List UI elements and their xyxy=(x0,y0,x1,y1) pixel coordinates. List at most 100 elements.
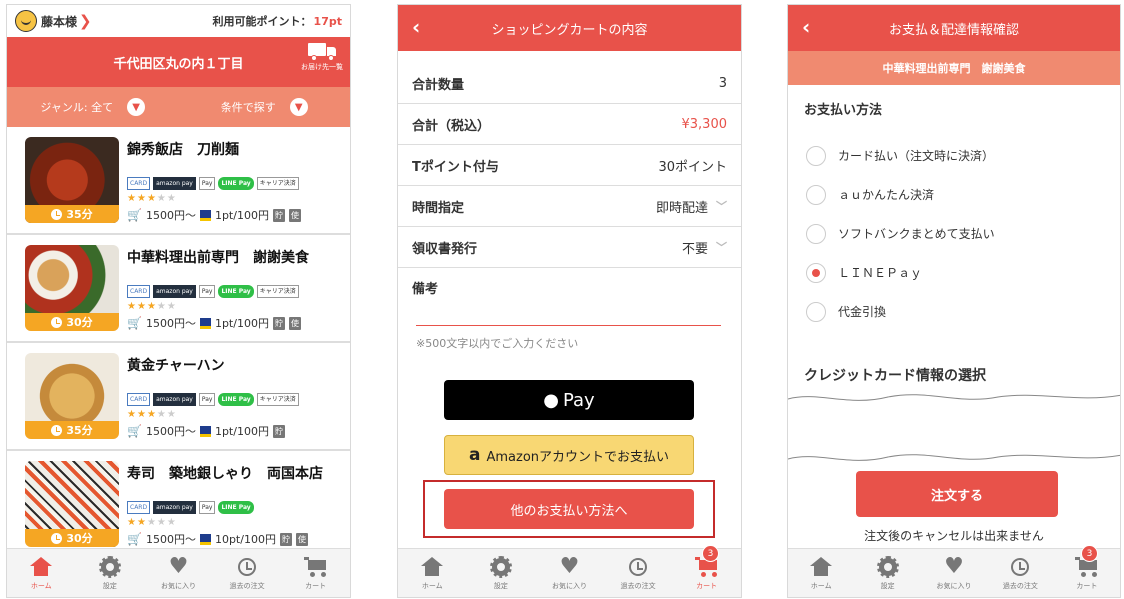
cart-icon xyxy=(303,557,328,577)
tab-settings[interactable]: 設定 xyxy=(854,549,920,597)
tab-home[interactable]: ホーム xyxy=(788,549,854,597)
restaurant-info: 🛒 1500円～ 1pt/100円貯使 xyxy=(127,315,301,331)
avatar[interactable] xyxy=(15,10,37,32)
user-header: 藤本様 ❯ 利用可能ポイント： 17pt xyxy=(7,5,350,37)
payment-method-options: カード払い（注文時に決済） ａｕかんたん決済ソフトバンクまとめて支払い ＬＩＮＥＰａ… xyxy=(788,136,1120,331)
gear-icon xyxy=(489,556,512,578)
tab-cart[interactable]: 3 カート xyxy=(1054,545,1120,597)
tab-settings[interactable]: 設定 xyxy=(76,549,145,597)
chevron-down-icon: ﹀ xyxy=(716,241,727,254)
restaurant-info: 🛒 1500円～ 1pt/100円貯 xyxy=(127,423,285,439)
condition-filter[interactable]: 条件で探す ▼ xyxy=(179,98,351,116)
row-value: 不要 xyxy=(681,241,708,257)
clock-icon xyxy=(51,532,63,544)
cart-icon: 🛒 xyxy=(127,424,142,438)
tab-home[interactable]: ホーム xyxy=(398,549,467,597)
tab-cart[interactable]: 3 カート xyxy=(672,545,741,597)
restaurant-item[interactable]: 30分 寿司 築地銀しゃり 両国本店 CARD amazon pay Pay LINE P… xyxy=(7,451,350,559)
payment-method-badge: Pay xyxy=(198,393,216,406)
radio-button[interactable] xyxy=(806,301,826,322)
order-button-label: 注文する xyxy=(930,488,983,504)
tab-order-history[interactable]: 過去の注文 xyxy=(604,549,673,597)
delivery-address: 千代田区丸の内１丁目 xyxy=(113,56,244,72)
history-icon xyxy=(1011,558,1030,576)
radio-button[interactable] xyxy=(806,145,826,166)
tab-favorites[interactable]: ♥ お気に入り xyxy=(535,549,604,597)
radio-button[interactable] xyxy=(806,262,826,283)
home-icon xyxy=(421,557,444,577)
payment-option[interactable]: 代金引換 xyxy=(788,292,1120,331)
delivery-address-bar[interactable]: 千代田区丸の内１丁目 お届け先一覧 xyxy=(7,37,350,87)
clock-icon xyxy=(51,424,63,436)
bottom-tab-bar: ホーム 設定 ♥ お気に入り 過去の注文 3 カート xyxy=(398,545,741,597)
note-input[interactable] xyxy=(416,325,721,326)
tab-label: 設定 xyxy=(102,582,117,590)
payment-method-badge: Pay xyxy=(198,501,216,514)
delivery-time-badge: 35分 xyxy=(25,421,119,439)
tab-home[interactable]: ホーム xyxy=(7,549,76,597)
total-quantity-row: 合計数量 3 xyxy=(398,63,741,104)
row-value: 即時配達 xyxy=(655,200,708,216)
payment-option-label: 代金引換 xyxy=(838,305,887,319)
payment-method-badge: amazon pay xyxy=(153,501,196,514)
apple-pay-button[interactable]: ● Pay xyxy=(444,380,694,420)
payment-method-badge: キャリア決済 xyxy=(256,285,299,298)
credit-card-section-title: クレジットカード情報の選択 xyxy=(804,368,986,384)
heart-icon: ♥ xyxy=(559,554,580,579)
back-arrow-icon[interactable]: ‹ xyxy=(802,15,810,39)
restaurant-info: 🛒 1500円～ 10pt/100円貯使 xyxy=(127,531,308,547)
payment-option-label: ａｕかんたん決済 xyxy=(838,188,935,202)
row-value: 30ポイント xyxy=(658,159,727,175)
tab-label: カート xyxy=(696,582,718,590)
restaurant-item[interactable]: 30分 中華料理出前専門 謝謝美食 CARD amazon pay Pay LINE Pa… xyxy=(7,235,350,343)
tab-order-history[interactable]: 過去の注文 xyxy=(213,549,282,597)
restaurant-name: 錦秀飯店 刀削麺 xyxy=(127,142,239,158)
other-payment-button[interactable]: 他のお支払い方法へ xyxy=(444,489,694,529)
genre-filter[interactable]: ジャンル: 全て ▼ xyxy=(7,98,179,116)
payment-method-badge: CARD xyxy=(127,177,151,190)
payment-option[interactable]: ａｕかんたん決済 xyxy=(788,175,1120,214)
row-label: 合計（税込） xyxy=(412,118,491,134)
user-name[interactable]: 藤本様 xyxy=(41,13,77,30)
payment-badges: CARD amazon pay Pay LINE Pay xyxy=(127,501,254,514)
tab-cart[interactable]: カート xyxy=(281,549,350,597)
amazon-pay-button[interactable]: a Amazonアカウントでお支払い xyxy=(444,435,694,475)
shopping-cart-screen: ‹ ショッピングカートの内容 合計数量 3 合計（税込） ¥3,300 Tポイン… xyxy=(397,4,742,598)
payment-option[interactable]: ソフトバンクまとめて支払い xyxy=(788,214,1120,253)
payment-badges: CARD amazon pay Pay LINE Pay キャリア決済 xyxy=(127,177,299,190)
tab-order-history[interactable]: 過去の注文 xyxy=(987,549,1053,597)
heart-icon: ♥ xyxy=(944,554,964,579)
chevron-right-icon[interactable]: ❯ xyxy=(79,12,92,30)
star-rating: ★★★★★ xyxy=(127,409,177,420)
delivery-time-badge: 35分 xyxy=(25,205,119,223)
payment-option[interactable]: カード払い（注文時に決済） xyxy=(788,136,1120,175)
tab-favorites[interactable]: ♥ お気に入り xyxy=(921,549,987,597)
place-order-button[interactable]: 注文する xyxy=(856,471,1058,517)
gear-icon xyxy=(876,556,899,578)
restaurant-item[interactable]: 35分 錦秀飯店 刀削麺 CARD amazon pay Pay LINE Pay キャリア… xyxy=(7,127,350,235)
radio-button[interactable] xyxy=(806,184,826,205)
delivery-list-button[interactable]: お届け先一覧 xyxy=(300,43,344,72)
row-value: ¥3,300 xyxy=(681,116,728,132)
receipt-select[interactable]: 領収書発行 不要 ﹀ xyxy=(398,227,741,268)
cart-count-badge: 3 xyxy=(701,545,719,562)
payment-method-badge: Pay xyxy=(198,177,216,190)
payment-option[interactable]: ＬＩＮＥＰａｙ xyxy=(788,253,1120,292)
delivery-time: 35分 xyxy=(66,424,93,437)
header: ‹ ショッピングカートの内容 xyxy=(398,5,741,51)
payment-method-badge: amazon pay xyxy=(153,393,196,406)
tab-settings[interactable]: 設定 xyxy=(467,549,536,597)
total-price-row: 合計（税込） ¥3,300 xyxy=(398,104,741,145)
row-label: 時間指定 xyxy=(412,200,465,216)
radio-button[interactable] xyxy=(806,223,826,244)
payment-method-badge: LINE Pay xyxy=(218,177,254,190)
back-arrow-icon[interactable]: ‹ xyxy=(412,15,420,39)
point-tag: 貯 xyxy=(272,424,285,438)
restaurant-item[interactable]: 35分 黄金チャーハン CARD amazon pay Pay LINE Pay キャリア決… xyxy=(7,343,350,451)
delivery-time-select[interactable]: 時間指定 即時配達 ﹀ xyxy=(398,186,741,227)
credit-card-info-area[interactable] xyxy=(788,389,1121,469)
tab-favorites[interactable]: ♥ お気に入り xyxy=(144,549,213,597)
point-tag: 使 xyxy=(288,316,301,330)
restaurant-name: 黄金チャーハン xyxy=(127,358,225,374)
tab-label: 過去の注文 xyxy=(229,582,265,590)
